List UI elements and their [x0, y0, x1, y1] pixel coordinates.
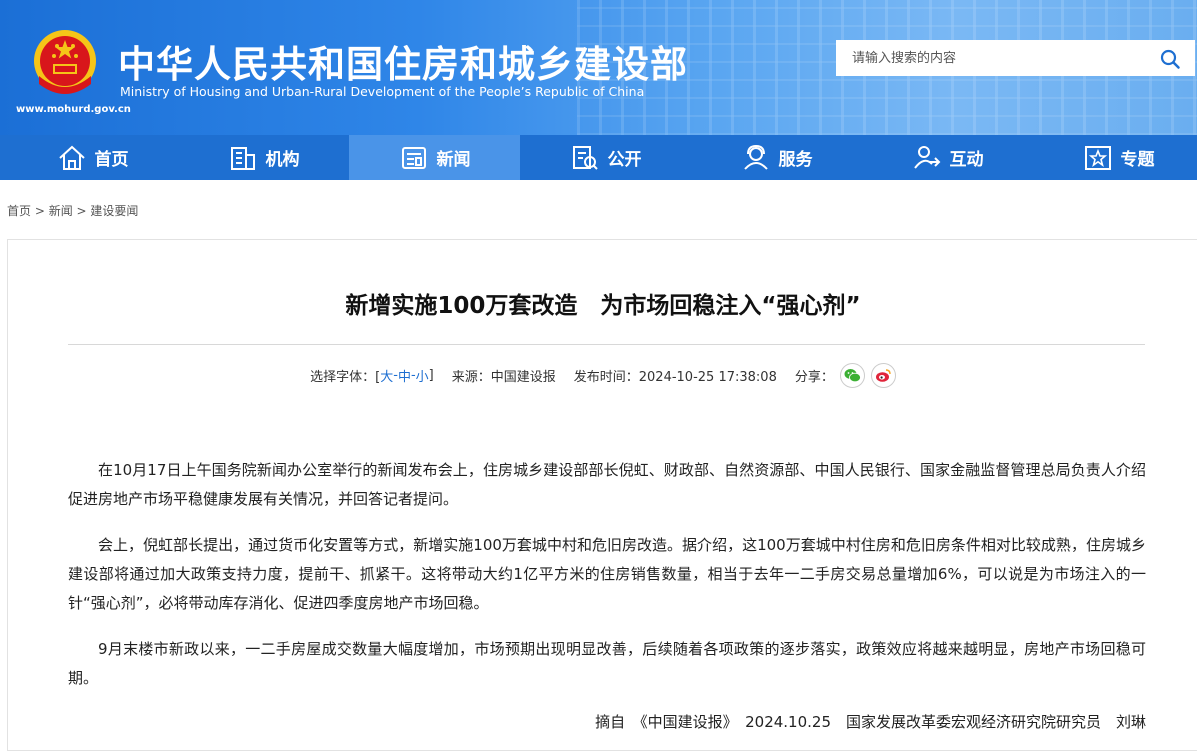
breadcrumb-home[interactable]: 首页 — [7, 204, 31, 218]
national-emblem-icon — [34, 30, 96, 94]
nav-item-news[interactable]: 新闻 — [349, 135, 520, 180]
building-icon — [230, 146, 255, 170]
article-source: 来源：中国建设报 — [451, 370, 556, 385]
article-paragraph: 会上，倪虹部长提出，通过货币化安置等方式，新增实施100万套城中村和危旧房改造。… — [68, 536, 1146, 612]
font-size-small-button[interactable]: 小 — [416, 366, 429, 385]
font-size-large-button[interactable]: 大 — [380, 366, 393, 385]
nav-label-organization: 机构 — [265, 150, 300, 170]
article-source-line: 摘自 《中国建设报》 2024.10.25 国家发展改革委宏观经济研究院研究员 … — [595, 713, 1146, 731]
font-size-medium-button[interactable]: 中 — [398, 366, 411, 385]
share-label: 分享： — [794, 370, 834, 385]
search-input[interactable] — [836, 40, 1152, 76]
weibo-icon — [875, 369, 891, 382]
site-title-en: Ministry of Housing and Urban-Rural Deve… — [120, 84, 645, 99]
disclosure-icon — [572, 145, 598, 170]
font-size-label: 选择字体：[ — [310, 370, 381, 385]
news-icon — [401, 146, 426, 169]
breadcrumb-current[interactable]: 建设要闻 — [90, 204, 138, 218]
nav-label-disclosure: 公开 — [607, 150, 642, 170]
nav-label-service: 服务 — [778, 150, 813, 170]
font-size-close: ] — [428, 368, 434, 383]
title-divider — [68, 344, 1145, 345]
search-box — [836, 40, 1195, 76]
nav-label-news: 新闻 — [436, 150, 471, 170]
article-meta: 选择字体：[ 大 - 中 - 小 ] 来源：中国建设报 发布时间：2024-10… — [8, 363, 1197, 388]
site-header: www.mohurd.gov.cn 中华人民共和国住房和城乡建设部 Minist… — [0, 0, 1197, 135]
breadcrumb: 首页 > 新闻 > 建设要闻 — [7, 202, 138, 219]
nav-item-service[interactable]: 服务 — [691, 135, 862, 180]
breadcrumb-separator: > — [31, 204, 49, 218]
wechat-share-button[interactable] — [839, 363, 865, 388]
nav-label-interaction: 互动 — [949, 150, 984, 170]
home-icon — [58, 145, 85, 170]
nav-label-home: 首页 — [94, 150, 129, 170]
breadcrumb-separator: > — [72, 204, 91, 218]
article-title: 新增实施100万套改造 为市场回稳注入“强心剂” — [345, 293, 861, 319]
nav-item-disclosure[interactable]: 公开 — [520, 135, 691, 180]
nav-item-special[interactable]: 专题 — [1033, 135, 1197, 180]
nav-item-organization[interactable]: 机构 — [178, 135, 349, 180]
site-title-cn: 中华人民共和国住房和城乡建设部 — [118, 43, 688, 86]
nav-item-home[interactable]: 首页 — [7, 135, 178, 180]
search-icon[interactable] — [1159, 48, 1181, 70]
site-url: www.mohurd.gov.cn — [16, 104, 131, 115]
publish-time: 发布时间：2024-10-25 17:38:08 — [573, 370, 777, 385]
article-paragraph: 9月末楼市新政以来，一二手房屋成交数量大幅度增加，市场预期出现明显改善，后续随着… — [68, 640, 1146, 687]
article-container: 新增实施100万套改造 为市场回稳注入“强心剂” 选择字体：[ 大 - 中 - … — [7, 239, 1197, 751]
weibo-share-button[interactable] — [870, 363, 896, 388]
nav-label-special: 专题 — [1120, 150, 1155, 170]
wechat-icon — [844, 369, 861, 383]
article-paragraph: 在10月17日上午国务院新闻办公室举行的新闻发布会上，住房城乡建设部部长倪虹、财… — [68, 461, 1146, 508]
star-icon — [1084, 145, 1111, 170]
service-icon — [743, 144, 768, 170]
interaction-icon — [913, 145, 940, 169]
breadcrumb-news[interactable]: 新闻 — [49, 204, 73, 218]
nav-item-interaction[interactable]: 互动 — [862, 135, 1033, 180]
main-nav: 首页 机构 新闻 公开 服务 互动 专题 — [0, 135, 1197, 180]
